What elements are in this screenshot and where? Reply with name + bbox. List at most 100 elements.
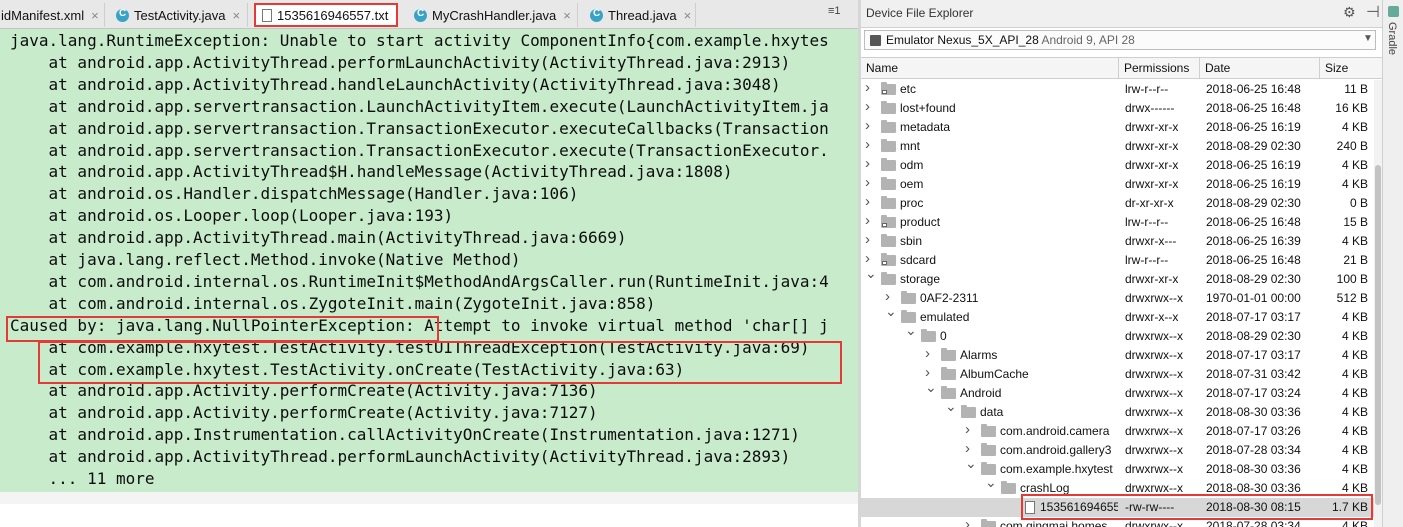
chevron-down-icon[interactable]: ⌄ [925,384,937,396]
chevron-right-icon[interactable]: › [865,99,870,115]
file-row[interactable]: › sdcard lrw-r--r-- 2018-06-25 16:48 21 B [861,251,1382,270]
tab-list-menu-button[interactable]: ≡1 [828,5,841,17]
chevron-down-icon[interactable]: ⌄ [865,270,877,282]
device-selector[interactable]: Emulator Nexus_5X_API_28 Android 9, API … [864,30,1376,50]
scrollbar[interactable] [1374,80,1382,527]
log-line[interactable]: at com.android.internal.os.ZygoteInit.ma… [10,293,656,315]
chevron-right-icon[interactable]: › [865,232,870,248]
log-line[interactable]: java.lang.RuntimeException: Unable to st… [10,30,829,52]
column-header-date[interactable]: Date [1205,61,1230,75]
log-line[interactable]: at android.os.Looper.loop(Looper.java:19… [10,205,454,227]
scrollbar-thumb[interactable] [1375,165,1381,505]
folder-link-icon [881,253,896,266]
close-icon[interactable]: × [91,8,99,23]
file-row[interactable]: ⌄ Android drwxrwx--x 2018-07-17 03:24 4 KB [861,384,1382,403]
file-row[interactable]: › etc lrw-r--r-- 2018-06-25 16:48 11 B [861,80,1382,99]
gear-icon[interactable]: ⚙ [1343,4,1356,21]
log-line[interactable]: at android.app.Activity.performCreate(Ac… [10,402,598,424]
file-date: 2018-08-30 03:36 [1206,462,1301,476]
editor-pane[interactable]: java.lang.RuntimeException: Unable to st… [0,29,858,527]
file-name: mnt [900,139,921,153]
close-icon[interactable]: × [684,8,692,23]
file-row[interactable]: › odm drwxr-xr-x 2018-06-25 16:19 4 KB [861,156,1382,175]
chevron-down-icon[interactable]: ⌄ [885,308,897,320]
tab-label: idManifest.xml [1,7,85,23]
log-line[interactable]: at android.os.Handler.dispatchMessage(Ha… [10,183,579,205]
chevron-right-icon[interactable]: › [865,118,870,134]
chevron-right-icon[interactable]: › [885,289,890,305]
chevron-down-icon[interactable]: ⌄ [985,479,997,491]
hide-panel-icon[interactable]: ⊣ [1366,2,1380,22]
folder-icon [881,120,896,133]
log-line[interactable]: ... 11 more [10,468,155,490]
chevron-right-icon[interactable]: › [865,251,870,267]
chevron-right-icon[interactable]: › [865,80,870,96]
file-row[interactable]: › product lrw-r--r-- 2018-06-25 16:48 15 B [861,213,1382,232]
file-row[interactable]: ⌄ data drwxrwx--x 2018-08-30 03:36 4 KB [861,403,1382,422]
file-row[interactable]: › metadata drwxr-xr-x 2018-06-25 16:19 4 KB [861,118,1382,137]
file-row[interactable]: › oem drwxr-xr-x 2018-06-25 16:19 4 KB [861,175,1382,194]
file-permissions: dr-xr-xr-x [1125,196,1174,210]
gradle-tool-button[interactable]: Gradle [1386,22,1398,55]
file-row[interactable]: › AlbumCache drwxrwx--x 2018-07-31 03:42 4 K… [861,365,1382,384]
close-icon[interactable]: × [563,8,571,23]
file-row[interactable]: ⌄ com.example.hxytest drwxrwx--x 2018-08-30… [861,460,1382,479]
log-line[interactable]: at android.app.servertransaction.LaunchA… [10,96,829,118]
chevron-right-icon[interactable]: › [865,213,870,229]
file-row[interactable]: › 0AF2-2311 drwxrwx--x 1970-01-01 00:00 512 … [861,289,1382,308]
file-name: com.android.camera [1000,424,1110,438]
chevron-right-icon[interactable]: › [965,422,970,438]
log-line[interactable]: at java.lang.reflect.Method.invoke(Nativ… [10,249,521,271]
log-line[interactable]: at android.app.ActivityThread.main(Activ… [10,227,627,249]
tab-test-activity[interactable]: TestActivity.java × [110,3,248,27]
log-line[interactable]: at android.app.ActivityThread$H.handleMe… [10,161,733,183]
log-line[interactable]: at com.android.internal.os.RuntimeInit$M… [10,271,829,293]
file-row[interactable]: › lost+found drwx------ 2018-06-25 16:48 16 … [861,99,1382,118]
column-header-name[interactable]: Name [866,61,898,75]
file-permissions: drwxrwx--x [1125,291,1183,305]
file-row[interactable]: ⌄ 0 drwxrwx--x 2018-08-29 02:30 4 KB [861,327,1382,346]
file-permissions: drwxrwx--x [1125,386,1183,400]
chevron-right-icon[interactable]: › [865,156,870,172]
file-permissions: drwxrwx--x [1125,348,1183,362]
chevron-down-icon[interactable]: ▼ [1363,33,1373,44]
chevron-right-icon[interactable]: › [965,441,970,457]
close-icon[interactable]: × [233,8,241,23]
chevron-right-icon[interactable]: › [865,137,870,153]
chevron-down-icon[interactable]: ⌄ [905,327,917,339]
chevron-right-icon[interactable]: › [925,365,930,381]
log-line[interactable]: at android.app.ActivityThread.performLau… [10,52,791,74]
log-line[interactable]: at android.app.servertransaction.Transac… [10,140,829,162]
file-size: 4 KB [1341,386,1368,400]
column-header-size[interactable]: Size [1325,61,1348,75]
log-line[interactable]: at android.app.ActivityThread.handleLaun… [10,74,781,96]
file-date: 2018-07-17 03:17 [1206,310,1301,324]
gradle-icon[interactable] [1388,6,1399,17]
column-header-permissions[interactable]: Permissions [1124,61,1189,75]
file-name: 0 [940,329,947,343]
crash-log-text[interactable]: java.lang.RuntimeException: Unable to st… [0,29,858,492]
file-row[interactable]: ⌄ storage drwxr-xr-x 2018-08-29 02:30 100 B [861,270,1382,289]
file-row[interactable]: ⌄ emulated drwxr-x--x 2018-07-17 03:17 4 KB [861,308,1382,327]
tab-android-manifest[interactable]: idManifest.xml × [0,3,105,27]
chevron-right-icon[interactable]: › [965,517,970,527]
file-row[interactable]: › Alarms drwxrwx--x 2018-07-17 03:17 4 KB [861,346,1382,365]
log-line[interactable]: at android.app.Instrumentation.callActiv… [10,424,800,446]
chevron-right-icon[interactable]: › [925,346,930,362]
tab-crash-log-txt[interactable]: 1535616946557.txt × [254,3,398,27]
close-icon[interactable]: × [395,8,396,23]
file-row[interactable]: › com.android.gallery3 drwxrwx--x 2018-07-2… [861,441,1382,460]
chevron-down-icon[interactable]: ⌄ [945,403,957,415]
log-line[interactable]: at android.app.servertransaction.Transac… [10,118,829,140]
log-line[interactable]: at android.app.ActivityThread.performLau… [10,446,791,468]
tab-thread[interactable]: Thread.java × [584,3,696,27]
chevron-right-icon[interactable]: › [865,194,870,210]
chevron-down-icon[interactable]: ⌄ [965,460,977,472]
tab-my-crash-handler[interactable]: MyCrashHandler.java × [408,3,578,27]
file-row[interactable]: › mnt drwxr-xr-x 2018-08-29 02:30 240 B [861,137,1382,156]
chevron-right-icon[interactable]: › [865,175,870,191]
file-row[interactable]: › proc dr-xr-xr-x 2018-08-29 02:30 0 B [861,194,1382,213]
file-row[interactable]: › com.android.camera drwxrwx--x 2018-07-17 … [861,422,1382,441]
file-name: etc [900,82,917,96]
file-row[interactable]: › sbin drwxr-x--- 2018-06-25 16:39 4 KB [861,232,1382,251]
